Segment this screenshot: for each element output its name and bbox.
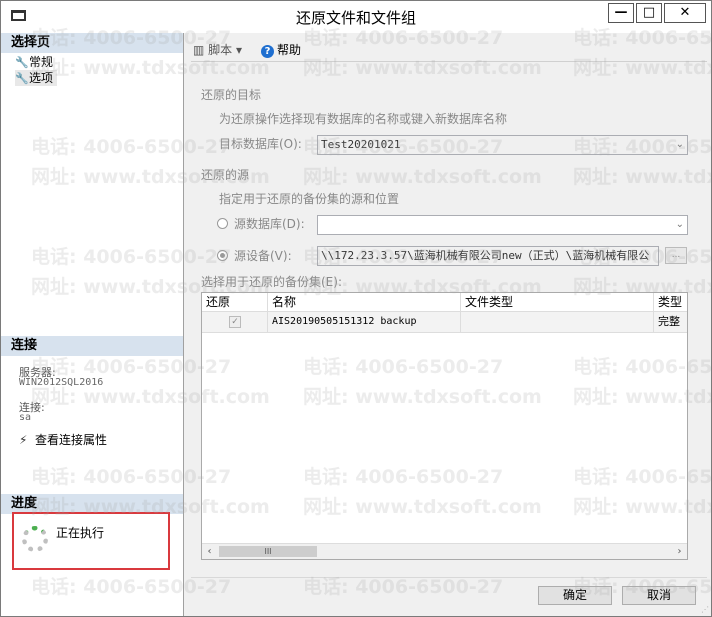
type-cell: 完整 <box>654 312 687 332</box>
source-device-field[interactable]: \\172.23.3.57\蓝海机械有限公司new（正式）\蓝海机械有限公 <box>317 246 659 266</box>
script-icon: ▥ <box>193 43 205 57</box>
help-icon: ? <box>261 45 274 58</box>
maximize-button[interactable]: □ <box>636 3 662 23</box>
column-header-type[interactable]: 类型 <box>654 293 687 311</box>
backup-sets-grid: 还原 名称 文件类型 类型 ✓ AIS20190505151312 backup… <box>201 292 688 560</box>
target-db-label: 目标数据库(O): <box>219 137 302 151</box>
watermark-site: 网址: www.tdxsoft.com <box>303 166 542 188</box>
view-connection-properties-label: 查看连接属性 <box>35 433 108 447</box>
progress-box: 正在执行 <box>12 512 170 570</box>
watermark-site: 网址: www.tdxsoft.com <box>573 57 711 79</box>
scroll-left-icon[interactable]: ‹ <box>202 544 217 559</box>
restore-source-hint: 指定用于还原的备份集的源和位置 <box>219 192 400 206</box>
progress-header: 进度 <box>1 494 183 514</box>
name-cell: AIS20190505151312 backup <box>268 312 461 332</box>
title-bar: 还原文件和文件组 — □ ✕ <box>1 1 711 33</box>
file-type-cell <box>461 312 654 332</box>
watermark-site: 网址: www.tdxsoft.com <box>303 57 542 79</box>
connection-plug-icon: ⚡ <box>19 433 28 447</box>
source-db-label: 源数据库(D): <box>234 217 305 231</box>
column-header-file-type[interactable]: 文件类型 <box>461 293 654 311</box>
target-db-combobox[interactable]: Test20201021 ⌄ <box>317 135 688 155</box>
restore-target-hint: 为还原操作选择现有数据库的名称或键入新数据库名称 <box>219 112 508 126</box>
source-device-radio[interactable] <box>217 250 228 261</box>
scroll-right-icon[interactable]: › <box>672 544 687 559</box>
backup-sets-label: 选择用于还原的备份集(E): <box>201 275 342 289</box>
grid-header: 还原 名称 文件类型 类型 <box>202 293 687 312</box>
horizontal-scrollbar[interactable]: ‹ III › <box>202 543 687 559</box>
server-value: WIN2012SQL2016 <box>19 377 104 388</box>
chevron-down-icon: ⌄ <box>675 219 684 230</box>
column-header-restore[interactable]: 还原 <box>202 293 268 311</box>
chevron-down-icon: ⌄ <box>675 139 684 150</box>
source-device-label: 源设备(V): <box>234 249 292 263</box>
restore-source-heading: 还原的源 <box>201 168 250 182</box>
toolbar-divider <box>191 61 707 62</box>
progress-status: 正在执行 <box>56 526 105 540</box>
restore-cell: ✓ <box>202 312 268 332</box>
ok-button[interactable]: 确定 <box>538 586 612 605</box>
connection-header: 连接 <box>1 336 183 356</box>
cancel-button[interactable]: 取消 <box>622 586 696 605</box>
wrench-icon: 🔧 <box>15 56 29 69</box>
target-db-value: Test20201021 <box>321 138 401 151</box>
source-db-radio[interactable] <box>217 218 228 229</box>
chevron-down-icon: ▾ <box>236 43 243 57</box>
help-label: 帮助 <box>277 43 302 57</box>
help-button[interactable]: ? 帮助 <box>261 41 301 58</box>
watermark-site: 网址: www.tdxsoft.com <box>573 166 711 188</box>
wrench-icon: 🔧 <box>15 72 29 85</box>
connection-value: sa <box>19 412 32 423</box>
restore-target-heading: 还原的目标 <box>201 88 262 102</box>
column-header-name[interactable]: 名称 <box>268 293 461 311</box>
restore-dialog: 还原文件和文件组 — □ ✕ 选择页 🔧常规 🔧选项 连接 服务器: WIN20… <box>0 0 712 617</box>
select-page-header: 选择页 <box>1 33 183 53</box>
script-button[interactable]: ▥ 脚本 ▾ <box>193 41 242 58</box>
restore-checkbox[interactable]: ✓ <box>229 316 241 328</box>
left-panel: 选择页 🔧常规 🔧选项 连接 服务器: WIN2012SQL2016 连接: s… <box>1 33 184 616</box>
spinner-icon <box>22 526 48 552</box>
page-item-label: 常规 <box>29 55 54 69</box>
page-item-general[interactable]: 🔧常规 <box>15 54 53 70</box>
close-button[interactable]: ✕ <box>664 3 706 23</box>
window-title: 还原文件和文件组 <box>295 9 416 27</box>
resize-grip-icon[interactable]: ⋰ <box>701 605 709 614</box>
browse-button[interactable]: ... <box>665 247 687 264</box>
table-row[interactable]: ✓ AIS20190505151312 backup 完整 <box>202 312 687 333</box>
footer-divider <box>191 577 707 578</box>
scroll-thumb[interactable]: III <box>219 546 317 557</box>
minimize-button[interactable]: — <box>608 3 634 23</box>
page-item-options[interactable]: 🔧选项 <box>15 70 58 86</box>
view-connection-properties-link[interactable]: ⚡ 查看连接属性 <box>19 431 107 448</box>
script-label: 脚本 <box>208 43 233 57</box>
source-db-combobox[interactable]: ⌄ <box>317 215 688 235</box>
page-item-label: 选项 <box>29 71 54 85</box>
